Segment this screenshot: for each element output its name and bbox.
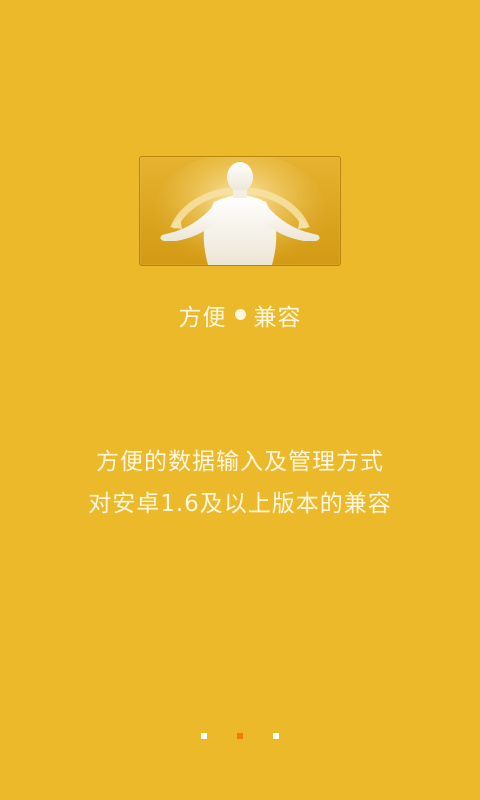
hero-illustration: [139, 156, 341, 266]
person-open-arms-icon: [155, 157, 325, 265]
page-dot-1[interactable]: [201, 733, 207, 739]
description-line-2: 对安卓1.6及以上版本的兼容: [88, 491, 392, 517]
separator-bullet-icon: [234, 308, 246, 320]
description-line-1: 方便的数据输入及管理方式: [96, 449, 384, 475]
feature-title-right: 兼容: [253, 305, 302, 331]
page-dot-3[interactable]: [273, 733, 279, 739]
page-indicator: [0, 733, 480, 739]
feature-title: 方便 兼容: [0, 298, 480, 332]
page-dot-2-active[interactable]: [237, 733, 243, 739]
feature-title-left: 方便: [178, 305, 227, 331]
